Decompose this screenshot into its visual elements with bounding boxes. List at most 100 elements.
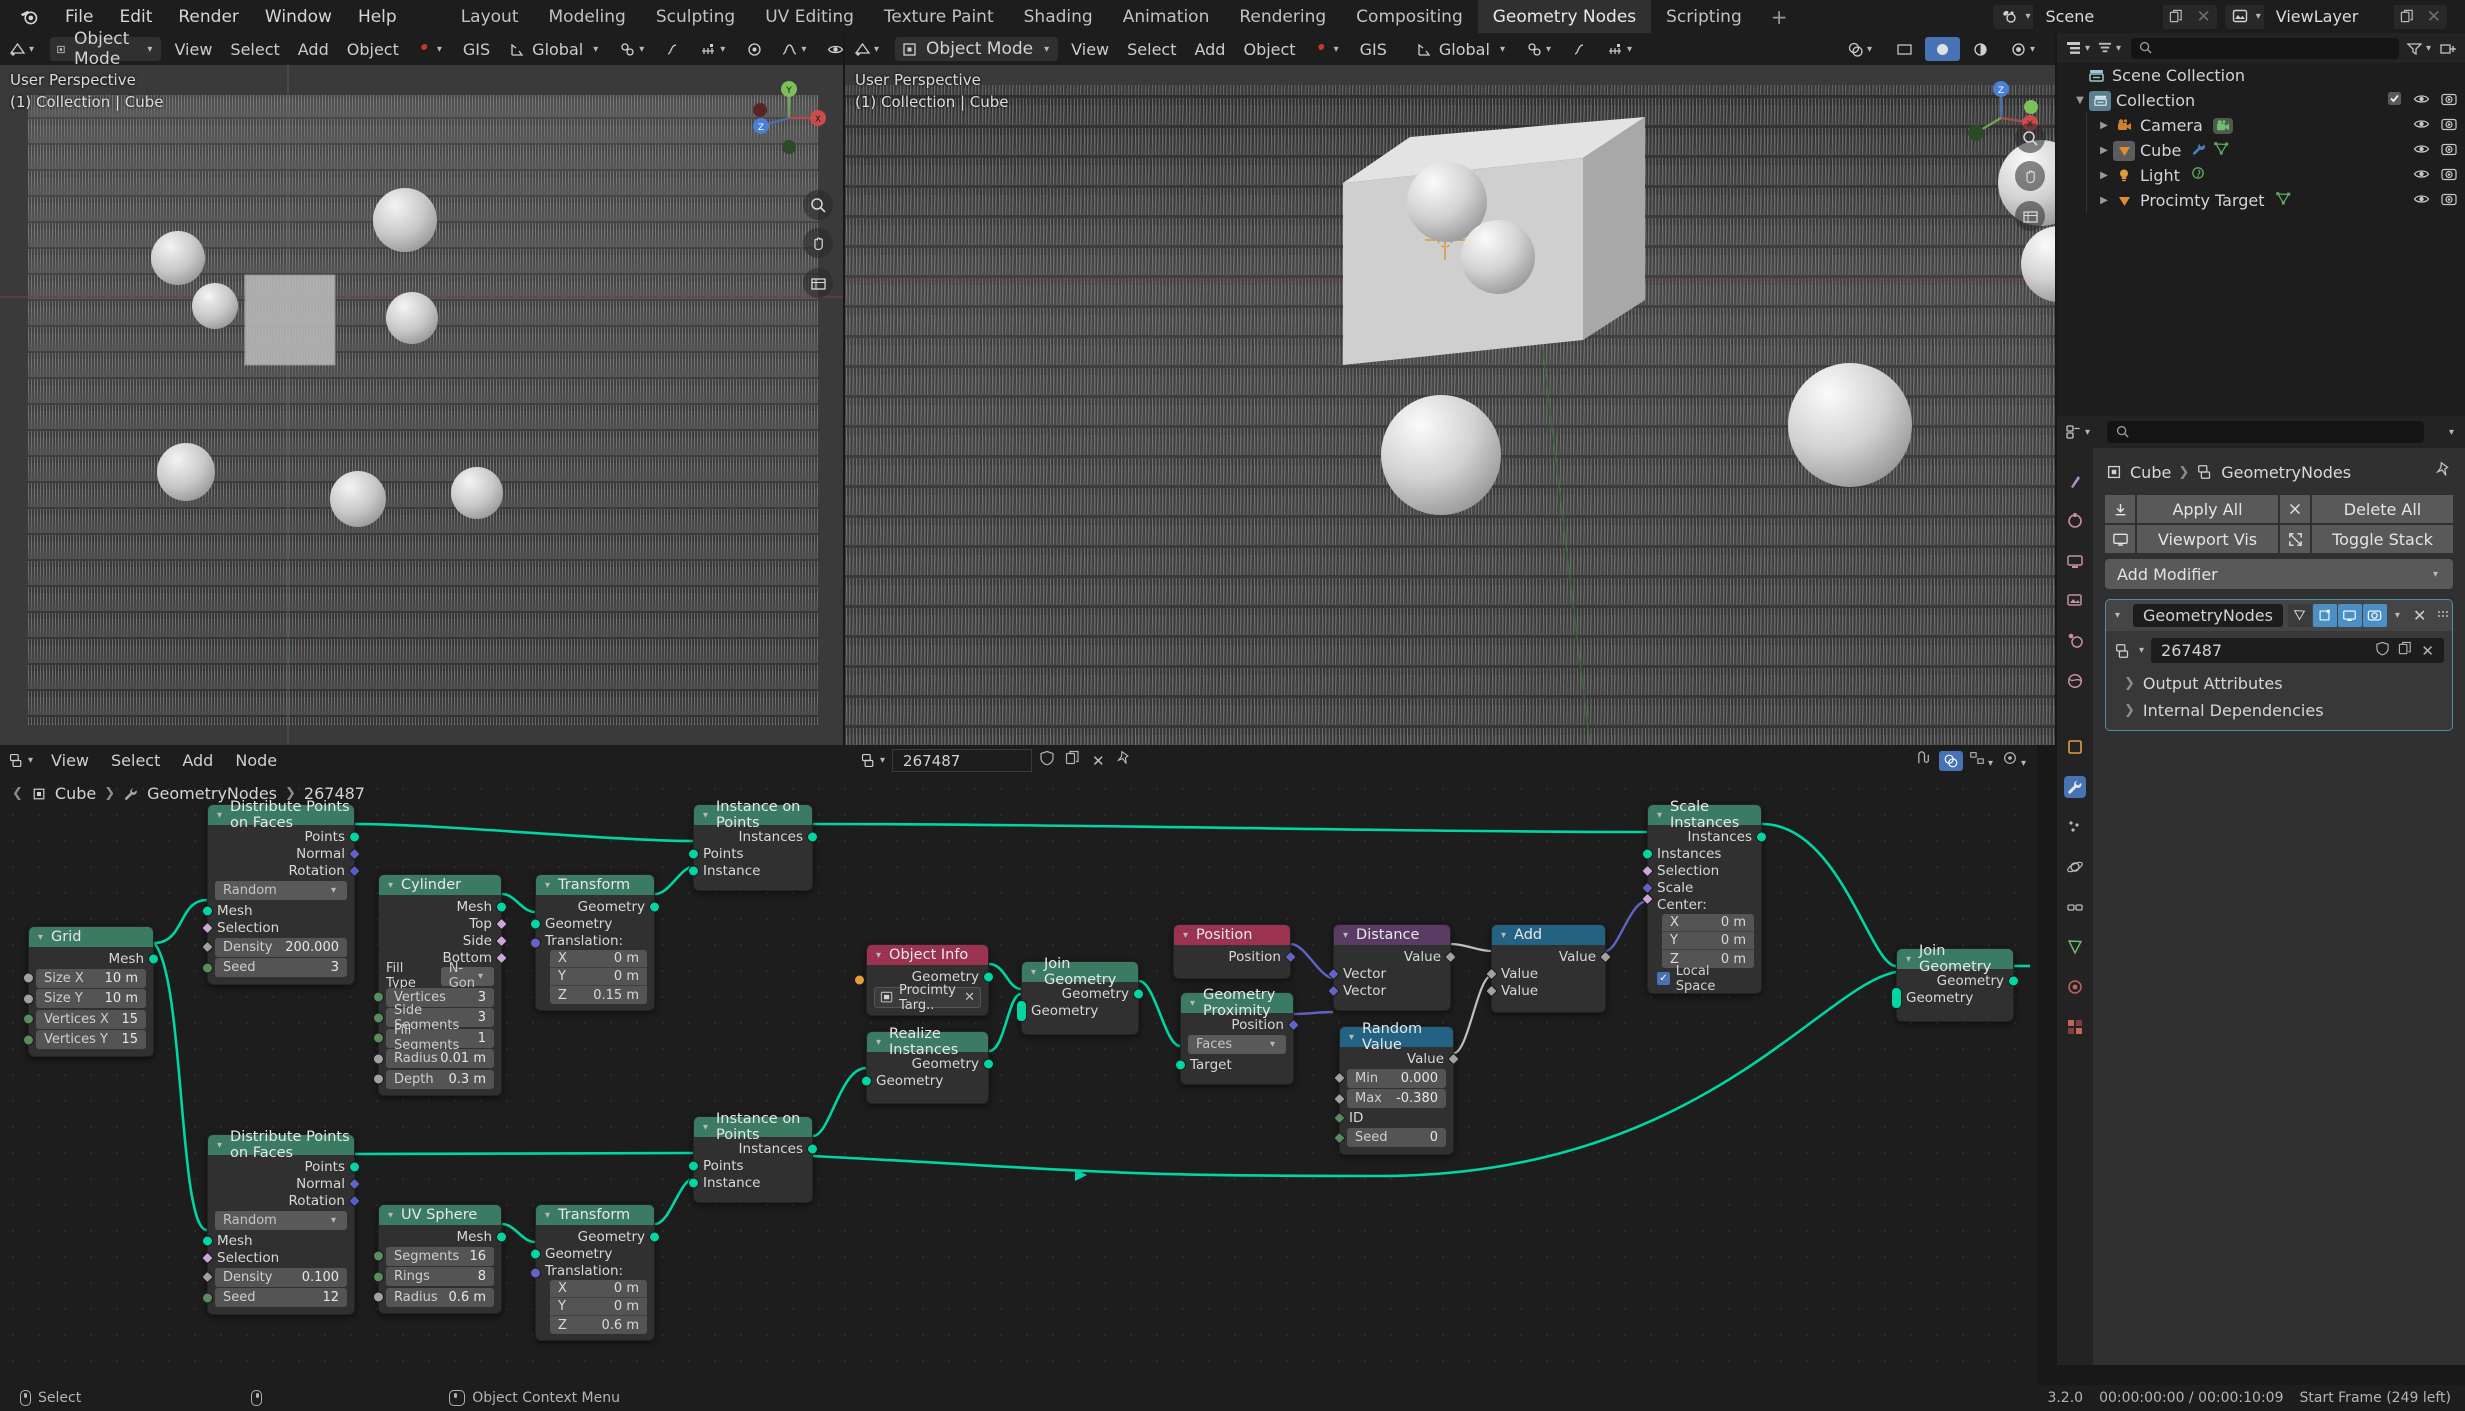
node-editor-options-icon[interactable]: ▾ <box>2002 750 2029 771</box>
node-transform1-input-geometry[interactable]: Geometry <box>530 915 654 932</box>
outliner-display-mode-caret-icon[interactable]: ▾ <box>2082 43 2093 54</box>
cube-row-eye-icon[interactable] <box>2413 141 2430 160</box>
workspace-tab-sculpting[interactable]: Sculpting <box>641 0 750 33</box>
node-randomvalue-header[interactable]: ▾ Random Value <box>1340 1021 1453 1053</box>
viewport-left-gis-menu[interactable]: GIS <box>454 37 499 61</box>
socket-side-segments[interactable] <box>373 1012 384 1023</box>
node-editor-fake-user-icon[interactable] <box>1036 750 1058 771</box>
collection-enable-checkbox[interactable] <box>2387 91 2402 110</box>
node-uvsphere-output-mesh[interactable]: Mesh <box>379 1228 507 1245</box>
viewport-left-zoom-tool[interactable] <box>803 190 833 220</box>
node-transform-1[interactable]: ▾ Transform Geometry Geometry Translatio… <box>530 874 660 1011</box>
socket-instance-in[interactable] <box>688 1177 699 1188</box>
node-grid[interactable]: ▾ Grid Mesh Size X 10 m Size Y 10 m Vert… <box>23 926 159 1057</box>
node-instance-on-points-2[interactable]: ▾ Instance on Points Instances Points In… <box>688 1111 818 1203</box>
node-scaleinst-input-selection[interactable]: Selection <box>1641 862 1761 879</box>
modifier-section-internal-dependencies[interactable]: ❯ Internal Dependencies <box>2106 697 2452 724</box>
socket-depth[interactable] <box>373 1073 384 1085</box>
pin-icon[interactable] <box>2435 461 2453 483</box>
node-editor-menu-view[interactable]: View <box>40 751 100 770</box>
transform-orientation-right[interactable]: Global ▾ <box>1406 37 1517 61</box>
node-iop1-header[interactable]: ▾ Instance on Points <box>694 799 812 831</box>
node-transform-2[interactable]: ▾ Transform Geometry Geometry Translatio… <box>530 1204 660 1341</box>
node-cylinder-prop-depth[interactable]: Depth 0.3 m <box>373 1069 494 1089</box>
socket-instances-out[interactable] <box>807 831 818 842</box>
node-editor-pin-icon[interactable] <box>1113 750 1136 772</box>
viewport-right-xray-icon[interactable] <box>1887 37 1922 61</box>
disclosure-collection[interactable]: ▼ <box>2071 95 2089 106</box>
node-grid-prop-vertices-y[interactable]: Vertices Y 15 <box>23 1030 146 1049</box>
viewport-right-menu-object[interactable]: Object <box>1234 37 1304 61</box>
node-collapse-caret-icon[interactable]: ▾ <box>214 1140 225 1151</box>
node-transform2-output-geometry[interactable]: Geometry <box>536 1228 660 1245</box>
node-distance-header[interactable]: ▾ Distance <box>1334 925 1450 945</box>
transform-orientation-left[interactable]: Global ▾ <box>499 37 610 61</box>
menu-edit[interactable]: Edit <box>106 5 165 29</box>
node-join-geometry-2[interactable]: ▾ Join Geometry Geometry Geometry <box>1891 943 2019 1022</box>
socket-vertices-x[interactable] <box>23 1013 34 1025</box>
node-dist1-output-rotation[interactable]: Rotation <box>208 862 361 879</box>
outliner-filter-funnel-icon[interactable] <box>2406 41 2423 56</box>
node-dist2-distribute-method[interactable]: Random ▾ <box>215 1211 347 1230</box>
node-cylinder-output-top[interactable]: Top <box>379 915 508 932</box>
outliner-row-scene-collection[interactable]: Scene Collection <box>2057 63 2465 88</box>
outliner-row-procimty-target[interactable]: ▶ Procimty Target <box>2057 188 2465 213</box>
editor-type-selector-right[interactable]: ▾ <box>845 37 891 61</box>
node-objectinfo-output-geometry[interactable]: Geometry <box>867 968 994 985</box>
properties-search-input[interactable] <box>2107 421 2424 443</box>
node-collapse-caret-icon[interactable]: ▾ <box>1028 967 1039 978</box>
apply-all-button[interactable]: Apply All <box>2137 495 2278 523</box>
node-position-output-position[interactable]: Position <box>1174 948 1297 965</box>
socket-selection-in[interactable] <box>201 921 214 934</box>
proportional-edit-right[interactable] <box>1563 37 1598 61</box>
node-collapse-caret-icon[interactable]: ▾ <box>873 1037 884 1048</box>
node-grid-prop-vertices-x[interactable]: Vertices X 15 <box>23 1009 146 1029</box>
toggle-stack-button[interactable]: Toggle Stack <box>2312 525 2453 553</box>
socket-geometry-out[interactable] <box>983 1058 994 1069</box>
ne-breadcrumb-nodegroup[interactable]: 267487 <box>304 784 365 803</box>
proportional-falloff-right[interactable]: ▾ <box>1598 37 1644 61</box>
tab-data-icon[interactable] <box>2064 936 2086 958</box>
viewport-right-overlays-icon[interactable]: ▾ <box>1838 37 1884 61</box>
center-x-row[interactable]: X 0 m <box>1662 914 1754 932</box>
add-workspace-button[interactable]: + <box>1757 5 1802 29</box>
properties-options-caret-icon[interactable]: ▾ <box>2446 427 2457 438</box>
viewport-right-shading-rendered-icon[interactable]: ▾ <box>2001 37 2047 61</box>
node-geometry-proximity[interactable]: ▾ Geometry Proximity Position Faces ▾ Ta… <box>1175 987 1300 1085</box>
socket-points-out[interactable] <box>349 831 360 842</box>
viewport-left-menu-view[interactable]: View <box>165 37 221 61</box>
workspace-tab-uv-editing[interactable]: UV Editing <box>750 0 869 33</box>
node-editor-menu-select[interactable]: Select <box>100 751 171 770</box>
viewport-right-zoom-tool[interactable] <box>2015 123 2045 153</box>
outliner-filter-icon[interactable] <box>2097 40 2113 56</box>
node-uv-sphere[interactable]: ▾ UV Sphere Mesh Segments 16 Rings 8 Rad… <box>373 1204 507 1314</box>
socket-radius[interactable] <box>373 1053 384 1064</box>
node-objectinfo-object-field[interactable]: Procimty Targ.. ✕ <box>854 974 981 1013</box>
node-iop1-input-instance[interactable]: Instance <box>688 862 812 879</box>
node-editor-overlay-toggle[interactable] <box>1938 750 1963 771</box>
snap-toggle-right[interactable]: ▾ <box>1517 37 1563 61</box>
node-collapse-caret-icon[interactable]: ▾ <box>1346 1032 1357 1043</box>
node-distance-input-vector-2[interactable]: Vector <box>1327 982 1450 999</box>
modifier-onf-cage-icon[interactable] <box>2287 604 2312 627</box>
modifier-remove-icon[interactable]: ✕ <box>2408 606 2431 625</box>
tab-constraints-icon[interactable] <box>2064 896 2086 918</box>
socket-geometry-out[interactable] <box>2008 975 2019 986</box>
viewport-left-overlay-curve-icon[interactable]: ▾ <box>772 37 818 61</box>
node-realize-header[interactable]: ▾ Realize Instances <box>867 1026 988 1058</box>
node-proximity-output-position[interactable]: Position <box>1181 1016 1300 1033</box>
blender-gis-icon-right[interactable]: ▾ <box>1305 37 1351 61</box>
editor-type-selector-left[interactable]: ▾ <box>0 37 46 61</box>
socket-mesh-in[interactable] <box>202 905 213 916</box>
nodegroup-name-field[interactable]: 267487 ✕ <box>2151 638 2444 663</box>
viewport-vis-icon[interactable] <box>2105 525 2135 553</box>
tab-material-icon[interactable] <box>2064 976 2086 998</box>
workspace-tab-texture-paint[interactable]: Texture Paint <box>869 0 1009 33</box>
workspace-tab-rendering[interactable]: Rendering <box>1224 0 1341 33</box>
viewport-right-gis-menu[interactable]: GIS <box>1351 37 1396 61</box>
node-join2-input-geometry[interactable]: Geometry <box>1891 986 2013 1009</box>
new-viewlayer-button[interactable] <box>2394 9 2421 24</box>
outliner-new-collection-icon[interactable] <box>2440 41 2457 56</box>
ne-breadcrumb-object[interactable]: Cube <box>55 784 96 803</box>
tab-world-icon[interactable] <box>2064 670 2086 692</box>
